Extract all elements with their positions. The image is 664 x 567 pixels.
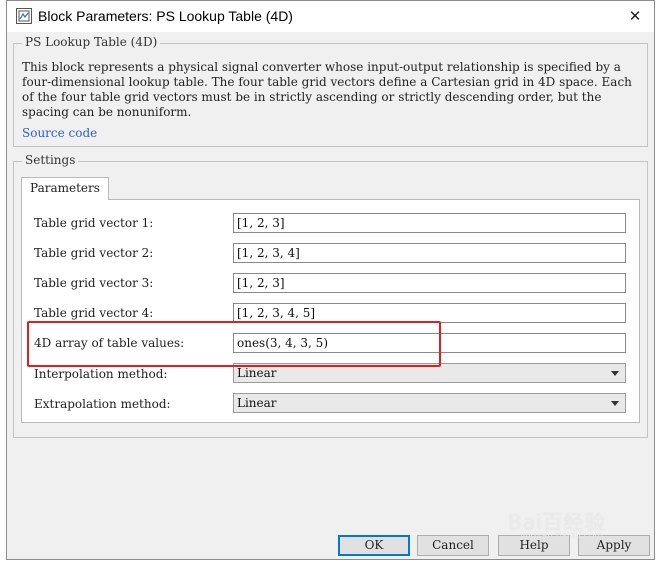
extrapolation-method-value: Linear bbox=[237, 396, 277, 410]
param-label-grid-vector-3: Table grid vector 3: bbox=[34, 276, 154, 290]
cancel-button[interactable]: Cancel bbox=[417, 535, 489, 556]
chevron-down-icon bbox=[611, 371, 619, 376]
dialog-window: Block Parameters: PS Lookup Table (4D) ✕… bbox=[6, 0, 655, 560]
param-label-grid-vector-2: Table grid vector 2: bbox=[34, 246, 154, 260]
interpolation-method-label: Interpolation method: bbox=[34, 367, 168, 381]
ok-button[interactable]: OK bbox=[338, 535, 410, 556]
extrapolation-method-select[interactable]: Linear bbox=[233, 393, 626, 413]
chevron-down-icon bbox=[611, 401, 619, 406]
source-code-link[interactable]: Source code bbox=[22, 126, 97, 140]
grid-vector-2-input[interactable]: [1, 2, 3, 4] bbox=[233, 243, 626, 263]
highlight-box bbox=[27, 321, 441, 367]
close-icon[interactable]: ✕ bbox=[616, 1, 654, 32]
grid-vector-4-input[interactable]: [1, 2, 3, 4, 5] bbox=[233, 303, 626, 323]
tab-parameters[interactable]: Parameters bbox=[21, 177, 109, 200]
block-parameters-icon bbox=[16, 8, 32, 24]
grid-vector-1-input[interactable]: [1, 2, 3] bbox=[233, 213, 626, 233]
window-title: Block Parameters: PS Lookup Table (4D) bbox=[38, 8, 293, 24]
extrapolation-method-label: Extrapolation method: bbox=[34, 397, 171, 411]
param-label-grid-vector-4: Table grid vector 4: bbox=[34, 306, 154, 320]
param-label-grid-vector-1: Table grid vector 1: bbox=[34, 216, 154, 230]
interpolation-method-value: Linear bbox=[237, 366, 277, 380]
settings-group-title: Settings bbox=[22, 153, 79, 167]
description-text: This block represents a physical signal … bbox=[22, 60, 632, 119]
grid-vector-3-input[interactable]: [1, 2, 3] bbox=[233, 273, 626, 293]
description-group-title: PS Lookup Table (4D) bbox=[22, 35, 161, 49]
title-bar: Block Parameters: PS Lookup Table (4D) ✕ bbox=[7, 1, 654, 32]
watermark-url: jingyan.baidu.com bbox=[520, 531, 604, 541]
description-group: PS Lookup Table (4D) This block represen… bbox=[13, 35, 648, 147]
